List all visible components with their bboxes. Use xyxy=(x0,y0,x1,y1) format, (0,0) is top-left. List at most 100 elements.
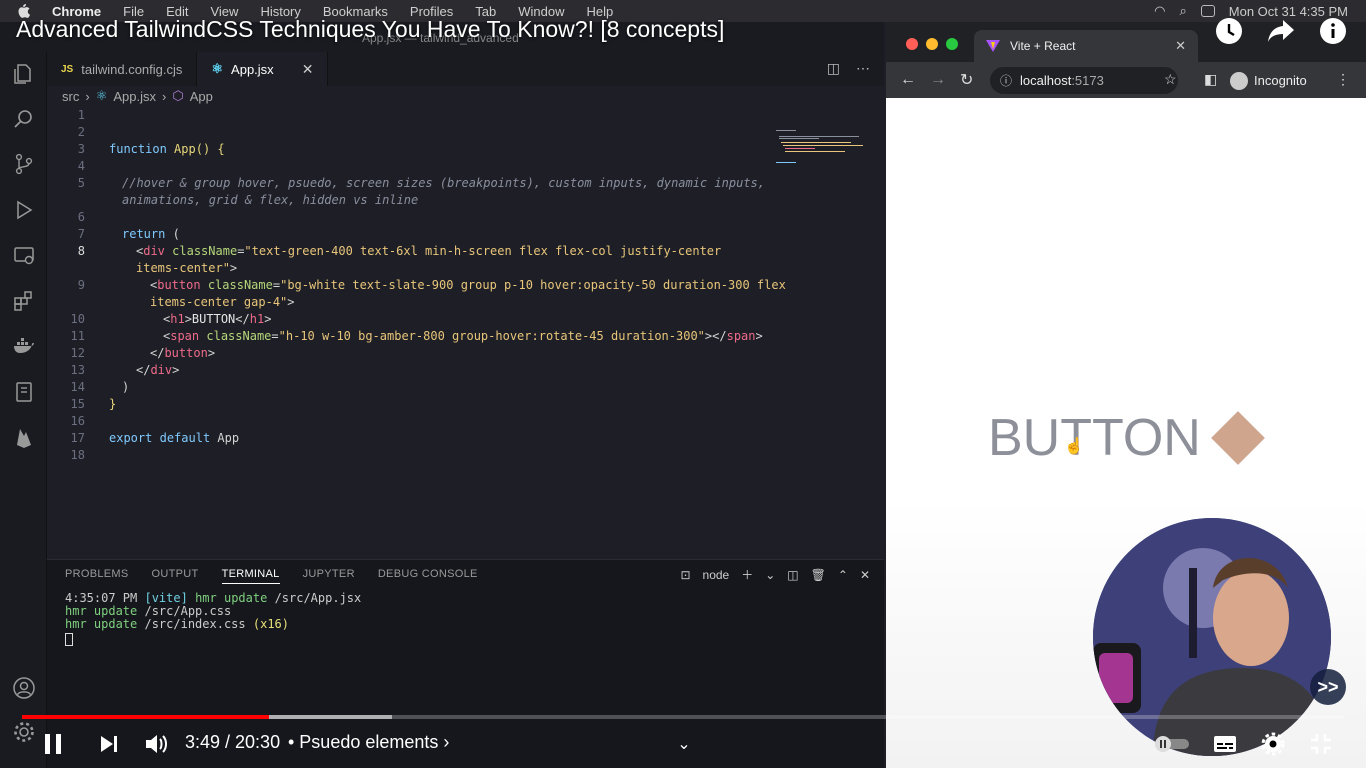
close-tab-icon[interactable]: ✕ xyxy=(1175,38,1186,54)
video-progress-bar[interactable] xyxy=(22,715,1344,719)
address-bar[interactable]: ⓘ localhost:5173 xyxy=(990,67,1178,94)
terminal-message: hmr update xyxy=(65,617,138,631)
info-icon[interactable]: ⓘ xyxy=(1000,72,1012,89)
firebase-icon[interactable] xyxy=(12,426,36,450)
tab-app-jsx[interactable]: ⚛ App.jsx ✕ xyxy=(197,52,329,86)
browser-tab[interactable]: Vite + React ✕ xyxy=(974,30,1198,62)
terminal-icon: ⊡ xyxy=(680,567,691,582)
terminal-shell-name[interactable]: node xyxy=(703,568,730,582)
code-attr: className xyxy=(207,278,273,292)
remote-explorer-icon[interactable] xyxy=(12,244,36,268)
react-file-icon: ⚛ xyxy=(95,88,108,103)
video-title[interactable]: Advanced TailwindCSS Techniques You Have… xyxy=(16,16,724,43)
code-tag: div xyxy=(143,244,165,258)
trash-icon[interactable]: 🗑 xyxy=(811,568,826,582)
explorer-icon[interactable] xyxy=(12,62,36,86)
autoplay-toggle[interactable] xyxy=(1154,730,1190,758)
hand-cursor-icon: ☝ xyxy=(1064,438,1084,455)
chrome-toolbar: ← → ↻ ⓘ localhost:5173 ☆ ◧ Incognito ⋮ xyxy=(886,62,1366,98)
breadcrumb-file[interactable]: App.jsx xyxy=(113,89,156,104)
extensions-icon[interactable] xyxy=(12,289,36,313)
new-terminal-icon[interactable]: ＋ xyxy=(741,566,753,583)
browser-tab-title: Vite + React xyxy=(1010,39,1076,53)
code-keyword: export xyxy=(109,431,153,445)
terminal-path: /src/App.jsx xyxy=(274,591,362,605)
bookmark-star-icon[interactable]: ☆ xyxy=(1164,71,1177,88)
js-file-icon: JS xyxy=(61,63,74,75)
volume-icon[interactable] xyxy=(142,730,170,758)
chapter-title[interactable]: • Psuedo elements › xyxy=(288,732,449,753)
line-number: 13 xyxy=(70,363,85,377)
search-icon[interactable] xyxy=(12,107,36,131)
close-window-button[interactable] xyxy=(906,38,918,50)
tab-terminal[interactable]: TERMINAL xyxy=(221,568,280,584)
skip-forward-button[interactable]: >> xyxy=(1310,669,1346,705)
chevron-down-icon[interactable]: ⌄ xyxy=(765,568,775,582)
minimap[interactable] xyxy=(776,128,871,168)
reload-icon[interactable]: ↻ xyxy=(960,70,976,90)
chevron-right-icon: › xyxy=(85,88,90,104)
watch-later-clock-icon[interactable] xyxy=(1214,16,1244,46)
tab-problems[interactable]: PROBLEMS xyxy=(65,568,129,584)
settings-gear-icon[interactable] xyxy=(1260,730,1286,758)
side-panel-icon[interactable]: ◧ xyxy=(1204,71,1217,88)
run-debug-icon[interactable] xyxy=(12,198,36,222)
source-control-icon[interactable] xyxy=(12,152,36,176)
split-editor-icon[interactable]: ◫ xyxy=(827,60,840,77)
terminal-output[interactable]: 4:35:07 PM [vite] hmr update /src/App.js… xyxy=(65,592,361,649)
tab-label: tailwind.config.cjs xyxy=(81,61,183,77)
info-icon[interactable] xyxy=(1318,16,1348,46)
docker-icon[interactable] xyxy=(12,334,36,358)
pause-icon[interactable] xyxy=(40,730,66,758)
code-line-8b: items-center"> xyxy=(136,261,238,275)
line-number: 16 xyxy=(70,414,85,428)
zoom-window-button[interactable] xyxy=(946,38,958,50)
symbol-icon: ⬡ xyxy=(172,88,184,103)
breadcrumb-folder[interactable]: src xyxy=(62,89,79,104)
breadcrumb-symbol[interactable]: App xyxy=(190,89,213,104)
close-panel-icon[interactable]: ✕ xyxy=(860,568,870,582)
share-arrow-icon[interactable] xyxy=(1266,16,1296,46)
code-keyword: return xyxy=(122,227,166,241)
code-editor[interactable]: 1 2 3 4 5 6 7 8 9 10 11 12 13 14 15 16 1… xyxy=(47,108,884,548)
tab-jupyter[interactable]: JUPYTER xyxy=(303,568,355,584)
more-actions-icon[interactable]: ⋯ xyxy=(856,60,870,77)
notebook-icon[interactable] xyxy=(12,380,36,404)
maximize-panel-icon[interactable]: ⌃ xyxy=(838,568,848,582)
wifi-icon[interactable]: ◠ xyxy=(1154,3,1165,19)
code-function-name: App xyxy=(174,142,196,156)
code-line-14: ) xyxy=(122,380,130,394)
next-video-icon[interactable] xyxy=(96,730,122,758)
chevron-down-icon[interactable]: ⌄ xyxy=(674,730,694,758)
line-number: 11 xyxy=(70,329,85,343)
tab-tailwind-config[interactable]: JS tailwind.config.cjs xyxy=(47,52,198,86)
split-terminal-icon[interactable]: ◫ xyxy=(787,568,798,582)
terminal-count: (x16) xyxy=(252,617,289,631)
tab-debug-console[interactable]: DEBUG CONSOLE xyxy=(378,568,478,584)
terminal-cursor xyxy=(65,633,73,646)
forward-arrow-icon[interactable]: → xyxy=(930,71,946,89)
search-icon[interactable]: ⌕ xyxy=(1179,3,1186,19)
line-number: 10 xyxy=(70,312,85,326)
incognito-icon xyxy=(1230,71,1248,90)
line-number: 9 xyxy=(77,278,85,292)
subtitles-icon[interactable] xyxy=(1212,730,1238,758)
code-punct: () { xyxy=(195,142,225,156)
incognito-badge[interactable]: Incognito xyxy=(1230,67,1307,94)
panel-tabs: PROBLEMS OUTPUT TERMINAL JUPYTER DEBUG C… xyxy=(65,568,478,584)
code-line-3: function App() { xyxy=(109,142,225,156)
minimize-window-button[interactable] xyxy=(926,38,938,50)
account-icon[interactable] xyxy=(12,676,36,700)
demo-button[interactable]: BUTTON xyxy=(988,408,1265,468)
demo-button-heading: BUTTON xyxy=(988,409,1201,467)
exit-fullscreen-icon[interactable] xyxy=(1308,730,1334,758)
back-arrow-icon[interactable]: ← xyxy=(900,71,916,89)
code-keyword: default xyxy=(159,431,211,445)
control-center-icon[interactable] xyxy=(1200,5,1215,17)
line-number: 1 xyxy=(77,108,85,122)
code-line-13: </div> xyxy=(136,363,180,377)
close-tab-icon[interactable]: ✕ xyxy=(302,61,314,78)
incognito-label: Incognito xyxy=(1254,73,1307,88)
kebab-menu-icon[interactable]: ⋮ xyxy=(1336,71,1350,88)
tab-output[interactable]: OUTPUT xyxy=(152,568,199,584)
